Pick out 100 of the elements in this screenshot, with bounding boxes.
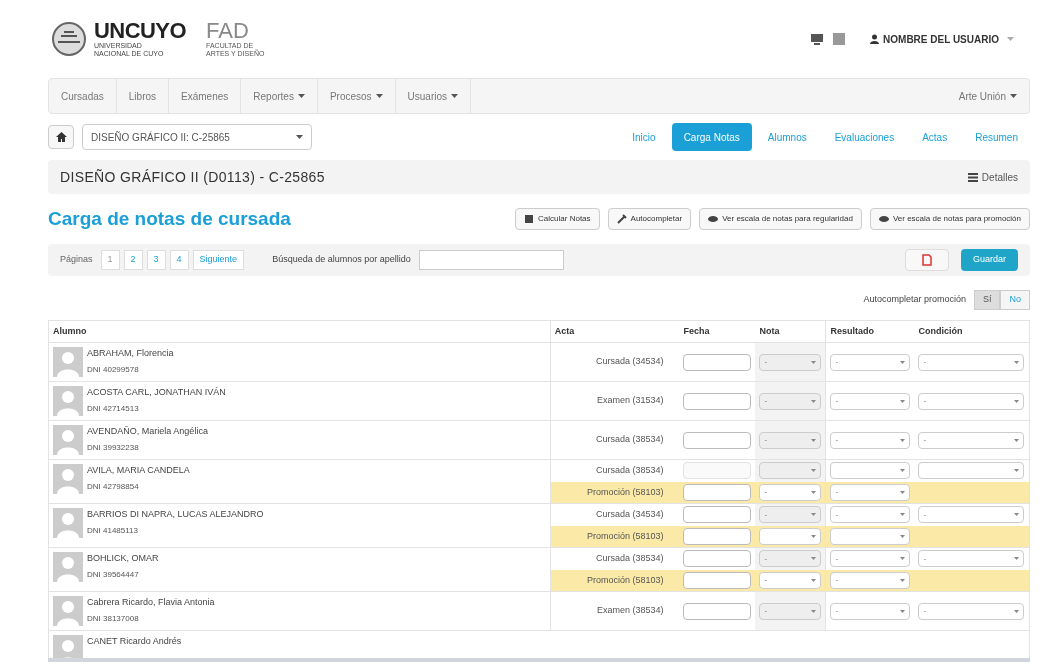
avatar-icon — [53, 508, 83, 538]
result-select[interactable]: - — [830, 571, 911, 589]
grade-select[interactable]: - — [759, 602, 822, 620]
student-name: ABRAHAM, Florencia — [87, 347, 174, 360]
page-link[interactable]: 1 — [100, 250, 120, 270]
date-field[interactable] — [683, 506, 752, 524]
caret-icon — [811, 557, 817, 561]
nav-item[interactable]: Reportes — [241, 79, 318, 113]
grade-select[interactable]: - — [759, 392, 822, 410]
student-name: BOHLICK, OMAR — [87, 552, 159, 565]
student-name: ACOSTA CARL, JONATHAN IVÁN — [87, 386, 226, 399]
tab[interactable]: Inicio — [620, 123, 668, 151]
grade-select[interactable]: - — [759, 571, 822, 589]
nav-item[interactable]: Cursadas — [49, 79, 117, 113]
wrench-icon — [616, 214, 627, 224]
next-page-link[interactable]: Siguiente — [192, 250, 245, 270]
home-button[interactable] — [48, 125, 74, 149]
page-link[interactable]: 3 — [146, 250, 166, 270]
result-select[interactable]: - — [830, 602, 911, 620]
result-select[interactable]: - — [830, 506, 911, 524]
nav-item[interactable]: Libros — [116, 79, 170, 113]
student-id: DNI 40299578 — [87, 363, 140, 376]
result-select[interactable] — [830, 462, 911, 480]
grade-select[interactable] — [759, 527, 822, 545]
nav-item[interactable]: Arte Unión — [946, 79, 1029, 113]
tab[interactable]: Resumen — [963, 123, 1030, 151]
condition-select[interactable]: - — [918, 506, 1025, 524]
pdf-icon — [921, 254, 932, 266]
acta-label: Promoción (58103) — [586, 486, 665, 497]
acta-label: Cursada (38534) — [595, 434, 665, 445]
result-select[interactable]: - — [830, 353, 911, 371]
grade-select[interactable]: - — [759, 483, 822, 501]
save-button[interactable]: Guardar — [960, 249, 1018, 271]
tab[interactable]: Carga Notas — [671, 123, 752, 151]
grade-select[interactable]: - — [759, 431, 822, 449]
condition-select[interactable]: - — [918, 602, 1025, 620]
acta-label: Examen (38534) — [596, 605, 665, 616]
date-field[interactable] — [683, 550, 752, 568]
column-header: Alumno — [48, 320, 551, 343]
grade-select[interactable]: - — [759, 550, 822, 568]
condition-select[interactable]: - — [918, 431, 1025, 449]
column-header: Condición — [914, 320, 1030, 343]
nav-item[interactable]: Exámenes — [169, 79, 242, 113]
course-select[interactable]: DISEÑO GRÁFICO II: C-25865 — [82, 124, 312, 150]
monitor-icon[interactable] — [810, 32, 825, 46]
pdf-button[interactable] — [904, 249, 949, 271]
search-field[interactable] — [418, 250, 564, 270]
student-id: DNI 38137008 — [87, 612, 140, 625]
condition-select[interactable] — [918, 462, 1025, 480]
date-field[interactable] — [683, 571, 752, 589]
result-select[interactable]: - — [830, 550, 911, 568]
nav-item[interactable]: Usuarios — [395, 79, 472, 113]
result-select[interactable] — [830, 527, 911, 545]
student-name: AVILA, MARIA CANDELA — [87, 464, 190, 477]
date-field[interactable] — [683, 431, 752, 449]
column-header: Acta — [550, 320, 680, 343]
toggle-option[interactable]: No — [1000, 290, 1030, 310]
faculty-title: FAD — [206, 20, 250, 42]
caret-icon — [900, 609, 906, 613]
nav-item[interactable]: Procesos — [317, 79, 396, 113]
details-link[interactable]: Detalles — [967, 169, 1018, 185]
page-link[interactable]: 4 — [169, 250, 189, 270]
acta-label: Cursada (34534) — [595, 356, 665, 367]
date-field[interactable] — [683, 527, 752, 545]
avatar-icon — [53, 386, 83, 416]
action-button[interactable]: Autocompletar — [607, 208, 692, 230]
caret-icon — [900, 469, 906, 473]
tab[interactable]: Alumnos — [755, 123, 819, 151]
column-header: Fecha — [679, 320, 756, 343]
user-name: NOMBRE DEL USUARIO — [883, 32, 999, 47]
user-menu[interactable]: NOMBRE DEL USUARIO — [870, 31, 1014, 47]
date-field[interactable] — [683, 353, 752, 371]
caret-icon — [900, 513, 906, 517]
acta-label: Cursada (38534) — [595, 465, 665, 475]
condition-select[interactable]: - — [918, 392, 1025, 410]
result-select[interactable]: - — [830, 431, 911, 449]
grade-select[interactable] — [759, 462, 822, 480]
toggle-option[interactable]: Sí — [973, 290, 1001, 310]
caret-icon — [451, 94, 459, 98]
student-id: DNI 39932238 — [87, 441, 140, 454]
action-button[interactable]: Ver escala de notas para promoción — [869, 208, 1030, 230]
caret-icon — [811, 469, 817, 473]
date-field[interactable] — [683, 483, 752, 501]
grade-select[interactable]: - — [759, 353, 822, 371]
avatar-icon — [53, 347, 83, 377]
action-button[interactable]: Ver escala de notas para regularidad — [699, 208, 862, 230]
page-link[interactable]: 2 — [123, 250, 143, 270]
grade-select[interactable]: - — [759, 506, 822, 524]
condition-select[interactable]: - — [918, 550, 1025, 568]
date-field[interactable] — [683, 392, 752, 410]
tab[interactable]: Evaluaciones — [822, 123, 907, 151]
result-select[interactable]: - — [830, 392, 911, 410]
tab[interactable]: Actas — [910, 123, 960, 151]
result-select[interactable]: - — [830, 483, 911, 501]
condition-select[interactable]: - — [918, 353, 1025, 371]
caret-icon — [811, 513, 817, 517]
action-button[interactable]: Calcular Notas — [515, 208, 600, 230]
caret-icon — [900, 360, 906, 364]
date-field[interactable] — [683, 602, 752, 620]
logo-title: UNCUYO — [94, 20, 187, 42]
